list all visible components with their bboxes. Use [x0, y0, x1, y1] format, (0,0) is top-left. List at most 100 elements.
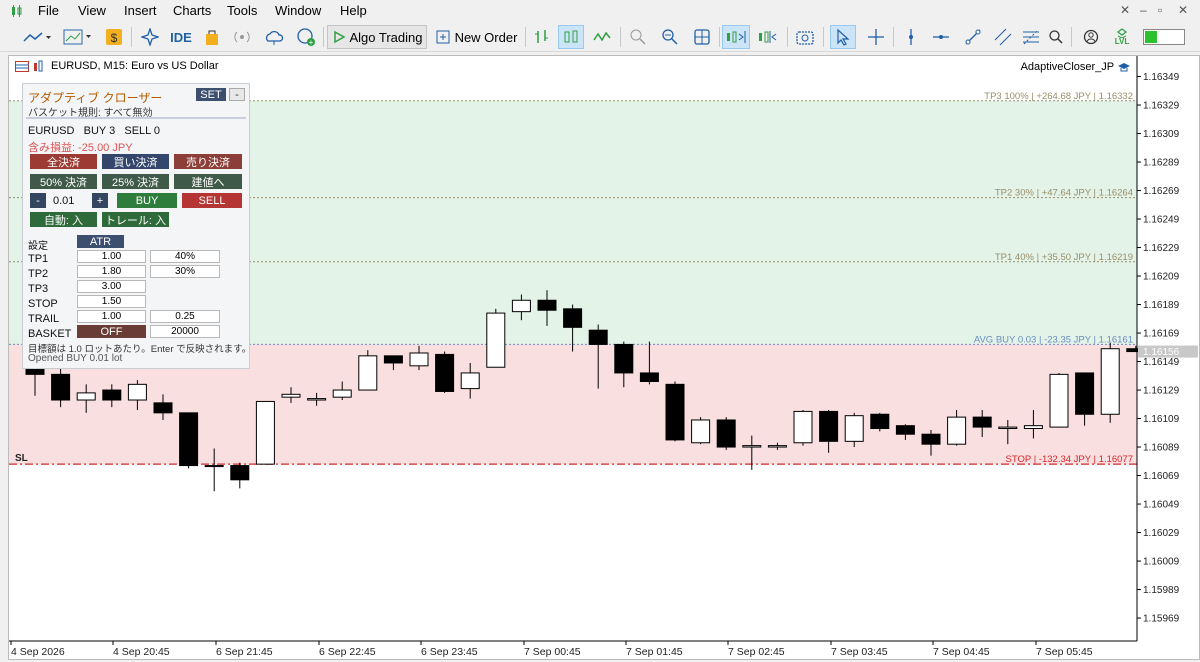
- channel-icon: [994, 28, 1012, 46]
- close-all-button[interactable]: 全決済: [30, 154, 97, 169]
- basket-target-field[interactable]: 20000: [150, 325, 220, 338]
- level-button[interactable]: LVL: [1110, 25, 1134, 49]
- lot-size-value[interactable]: 0.01: [53, 195, 74, 207]
- basket-label: BASKET: [28, 328, 72, 340]
- chart-template-dropdown[interactable]: [60, 25, 94, 49]
- candle-chart-button[interactable]: [558, 25, 584, 49]
- trail-toggle[interactable]: トレール: 入: [102, 212, 169, 227]
- tp3-atr-field[interactable]: 3.00: [77, 280, 146, 293]
- menu-charts[interactable]: Charts: [173, 3, 211, 18]
- search-icon: [1049, 30, 1063, 44]
- shop-button[interactable]: [200, 25, 224, 49]
- crosshair-icon: [868, 29, 884, 45]
- stop-atr-field[interactable]: 1.50: [77, 295, 146, 308]
- vps-button[interactable]: +: [294, 25, 318, 49]
- tp1-percent-field[interactable]: 40%: [150, 250, 220, 263]
- tp2-percent-field[interactable]: 30%: [150, 265, 220, 278]
- restore-icon[interactable]: ▫: [1158, 3, 1162, 17]
- trendline-button[interactable]: [961, 25, 985, 49]
- basket-toggle[interactable]: OFF: [77, 325, 146, 338]
- chart-window[interactable]: TP3 100% | +264.68 JPY | 1.16332 TP2 30% …: [8, 55, 1200, 660]
- chart-type-dropdown[interactable]: [20, 25, 54, 49]
- crosshair-button[interactable]: [864, 25, 888, 49]
- candle-body: [1075, 372, 1095, 415]
- chart-grid-icon: [15, 60, 29, 72]
- pin-icon[interactable]: ✕: [1120, 3, 1130, 17]
- y-tick-label: 1.16109: [1143, 414, 1180, 425]
- new-order-button[interactable]: New Order: [432, 25, 520, 49]
- fibonacci-button[interactable]: [1019, 25, 1043, 49]
- buy-button[interactable]: BUY: [117, 193, 177, 208]
- cursor-button[interactable]: [830, 25, 856, 49]
- close-icon[interactable]: ✕: [1178, 3, 1188, 17]
- menu-tools[interactable]: Tools: [227, 3, 257, 18]
- candle-body: [537, 299, 557, 311]
- sell-button[interactable]: SELL: [182, 193, 242, 208]
- candle-body: [793, 410, 813, 444]
- candle-body: [307, 398, 327, 401]
- signals-button[interactable]: [138, 25, 162, 49]
- candles-icon: [564, 30, 578, 43]
- tp2-atr-field[interactable]: 1.80: [77, 265, 146, 278]
- horizontal-line-button[interactable]: [929, 25, 953, 49]
- mode-button[interactable]: ATR: [77, 235, 124, 248]
- y-tick-label: 1.16289: [1143, 158, 1180, 169]
- menu-window[interactable]: Window: [275, 3, 321, 18]
- broadcast-icon: [234, 31, 250, 43]
- candle-body: [383, 355, 403, 364]
- tp2-line-label: TP2 30% | +47.64 JPY | 1.16264: [995, 188, 1133, 199]
- tp1-atr-field[interactable]: 1.00: [77, 250, 146, 263]
- current-price-label: 1.16156: [1143, 347, 1180, 358]
- x-tick-label: 7 Sep 01:45: [626, 646, 683, 658]
- y-tick-label: 1.16249: [1143, 215, 1180, 226]
- ea-panel[interactable]: アダプティブ クローザー バスケット規則: すべて無効 SET - EURUSD…: [22, 83, 251, 369]
- minimize-panel-button[interactable]: -: [229, 88, 245, 101]
- candle-body: [895, 425, 915, 435]
- channel-button[interactable]: [991, 25, 1015, 49]
- menu-help[interactable]: Help: [340, 3, 367, 18]
- ide-button[interactable]: IDE: [166, 25, 196, 49]
- set-button[interactable]: SET: [196, 88, 226, 101]
- menu-file[interactable]: File: [38, 3, 59, 18]
- line-chart-button[interactable]: [590, 25, 614, 49]
- screenshot-button[interactable]: [793, 25, 817, 49]
- minimize-icon[interactable]: –: [1140, 3, 1147, 17]
- breakeven-button[interactable]: 建値へ: [174, 174, 242, 189]
- dollar-icon: $: [106, 29, 122, 45]
- y-tick-label: 1.16089: [1143, 443, 1180, 454]
- zigzag-icon: [593, 31, 611, 42]
- cursor-icon: [837, 28, 850, 46]
- lot-minus-button[interactable]: -: [30, 193, 46, 208]
- lot-plus-button[interactable]: +: [92, 193, 108, 208]
- trail-atr-field[interactable]: 1.00: [77, 310, 146, 323]
- tp3-label: TP3: [28, 283, 49, 295]
- close-25-button[interactable]: 25% 決済: [102, 174, 169, 189]
- menu-view[interactable]: View: [78, 3, 106, 18]
- close-50-button[interactable]: 50% 決済: [30, 174, 97, 189]
- tp1-label: TP1: [28, 253, 49, 265]
- vertical-line-button[interactable]: [899, 25, 923, 49]
- account-button[interactable]: [1080, 25, 1102, 49]
- candle-body: [179, 412, 199, 467]
- trail-step-field[interactable]: 0.25: [150, 310, 220, 323]
- close-sell-button[interactable]: 売り決済: [174, 154, 242, 169]
- cloud-button[interactable]: [262, 25, 286, 49]
- close-buy-button[interactable]: 買い決済: [102, 154, 169, 169]
- menu-insert[interactable]: Insert: [124, 3, 157, 18]
- zoom-out-button[interactable]: [658, 25, 682, 49]
- positions-summary: EURUSD BUY 3 SELL 0: [28, 125, 161, 137]
- radio-button[interactable]: [230, 25, 254, 49]
- zoom-in-button[interactable]: [626, 25, 650, 49]
- search-button[interactable]: [1045, 25, 1067, 49]
- chart-shift-button[interactable]: [754, 25, 782, 49]
- grid-button[interactable]: [690, 25, 714, 49]
- candle-body: [51, 373, 71, 401]
- algo-trading-button[interactable]: Algo Trading: [327, 25, 427, 49]
- trail-label: TRAIL: [28, 313, 60, 325]
- bar-chart-button[interactable]: [530, 25, 554, 49]
- app-logo-icon: [12, 5, 22, 17]
- market-button[interactable]: $: [102, 25, 126, 49]
- auto-toggle[interactable]: 自動: 入: [30, 212, 97, 227]
- x-tick-label: 4 Sep 20:45: [113, 646, 170, 658]
- autoscroll-button[interactable]: [722, 25, 750, 49]
